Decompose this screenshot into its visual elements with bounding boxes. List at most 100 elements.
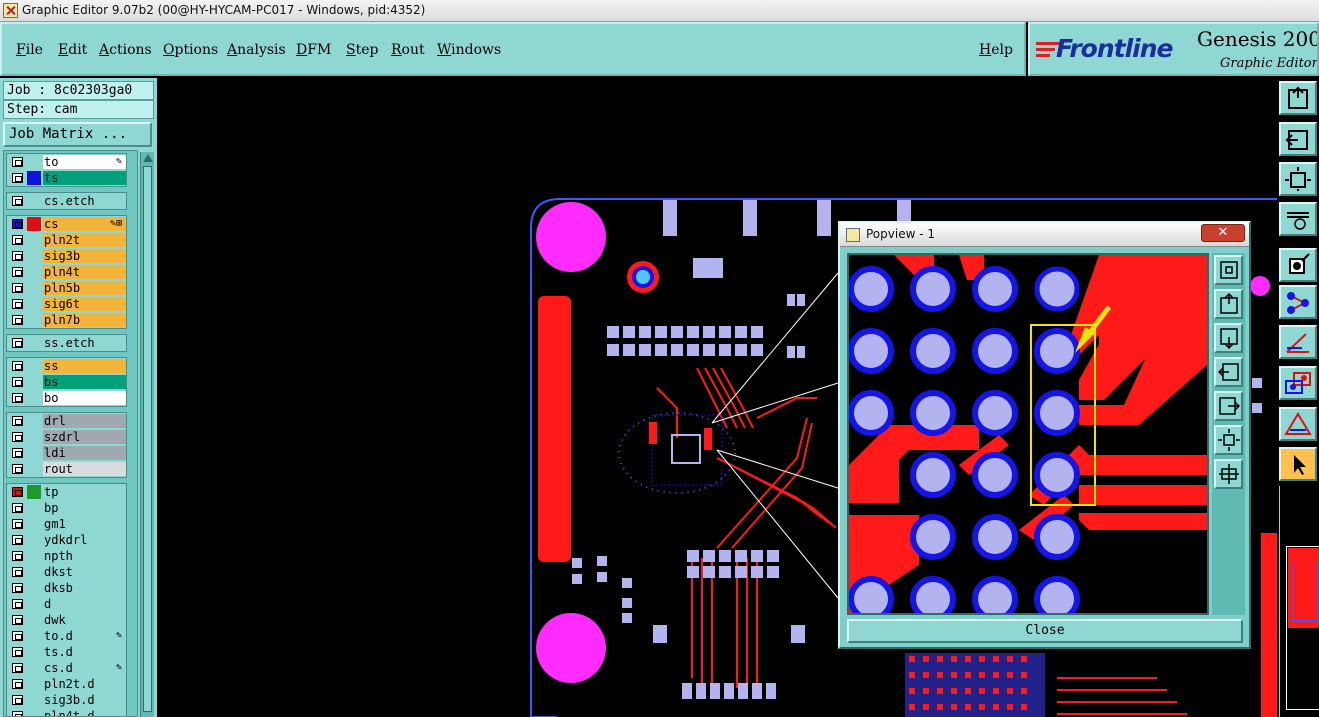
layer-checkbox[interactable] — [12, 448, 23, 458]
layer-row-cs-etch[interactable]: cs.etch — [7, 193, 126, 209]
menu-dfm[interactable]: DFM — [296, 42, 331, 58]
layer-color-swatch[interactable] — [27, 693, 41, 707]
layer-color-swatch[interactable] — [27, 217, 41, 231]
layer-name[interactable]: szdrl — [43, 430, 126, 444]
layer-color-swatch[interactable] — [27, 194, 41, 208]
layer-compare-button[interactable] — [1279, 366, 1317, 400]
layer-name[interactable]: pln4t.d — [43, 709, 126, 716]
layer-name[interactable]: cs ✎⊞ — [43, 217, 126, 231]
layer-color-swatch[interactable] — [27, 155, 41, 169]
net-button[interactable] — [1279, 285, 1317, 319]
layer-checkbox[interactable] — [12, 663, 23, 673]
layer-checkbox[interactable] — [12, 377, 23, 387]
layer-name[interactable]: sig6t — [43, 297, 126, 311]
layer-name[interactable]: d — [43, 597, 126, 611]
layer-checkbox[interactable] — [12, 432, 23, 442]
layer-name[interactable]: bs — [43, 375, 126, 389]
zoom-fit-button[interactable] — [1279, 162, 1317, 196]
layer-checkbox[interactable] — [12, 551, 23, 561]
layer-checkbox[interactable] — [12, 695, 23, 705]
layer-color-swatch[interactable] — [27, 549, 41, 563]
layer-name[interactable]: cs.d ✎ — [43, 661, 126, 675]
layer-color-swatch[interactable] — [27, 171, 41, 185]
popview-close-button[interactable]: Close — [847, 619, 1243, 643]
pv-fit-button[interactable] — [1214, 425, 1243, 455]
layer-row-pln7b[interactable]: pln7b — [7, 312, 126, 328]
layer-row-pln5b[interactable]: pln5b — [7, 280, 126, 296]
layer-color-swatch[interactable] — [27, 645, 41, 659]
pv-home-button[interactable] — [1214, 459, 1243, 489]
layer-checkbox[interactable] — [12, 251, 23, 261]
layer-name[interactable]: to.d ✎ — [43, 629, 126, 643]
layer-row-cs[interactable]: cs ✎⊞ — [7, 216, 126, 232]
layer-name[interactable]: to ✎ — [43, 155, 126, 169]
layer-checkbox[interactable] — [12, 173, 23, 183]
layer-row-sig3b[interactable]: sig3b — [7, 248, 126, 264]
snap-button[interactable] — [1279, 248, 1317, 282]
layer-row-szdrl[interactable]: szdrl — [7, 429, 126, 445]
layer-row-sig3b-d[interactable]: sig3b.d — [7, 692, 126, 708]
layer-color-swatch[interactable] — [27, 297, 41, 311]
layer-name[interactable]: ss.etch — [43, 336, 126, 350]
layer-checkbox[interactable] — [12, 283, 23, 293]
layer-checkbox[interactable] — [12, 615, 23, 625]
menu-options[interactable]: Options — [163, 42, 218, 58]
layer-color-swatch[interactable] — [27, 462, 41, 476]
layer-color-swatch[interactable] — [27, 709, 41, 716]
layer-checkbox[interactable] — [12, 219, 23, 229]
layer-checkbox[interactable] — [12, 157, 23, 167]
layer-row-bs[interactable]: bs — [7, 374, 126, 390]
popview-close-x-button[interactable]: ✕ — [1201, 224, 1245, 242]
layer-checkbox[interactable] — [12, 338, 23, 348]
layer-color-swatch[interactable] — [27, 629, 41, 643]
select-arrow-button[interactable] — [1279, 447, 1317, 481]
layer-color-swatch[interactable] — [27, 501, 41, 515]
layer-row-to[interactable]: to ✎ — [7, 154, 126, 170]
pv-pan-left-button[interactable] — [1214, 357, 1243, 387]
layer-color-swatch[interactable] — [27, 249, 41, 263]
layer-row-pln4t[interactable]: pln4t — [7, 264, 126, 280]
layer-row-pln4t-d[interactable]: pln4t.d — [7, 708, 126, 716]
layer-color-swatch[interactable] — [27, 265, 41, 279]
layer-color-swatch[interactable] — [27, 336, 41, 350]
layer-checkbox[interactable] — [12, 393, 23, 403]
menu-help[interactable]: Help — [979, 42, 1013, 58]
layer-checkbox[interactable] — [12, 464, 23, 474]
layer-color-swatch[interactable] — [27, 281, 41, 295]
layer-row-drl[interactable]: drl — [7, 413, 126, 429]
menu-actions[interactable]: Actions — [99, 42, 152, 58]
layer-color-swatch[interactable] — [27, 565, 41, 579]
zoom-overview[interactable] — [1279, 486, 1319, 717]
layer-name[interactable]: dwk — [43, 613, 126, 627]
layer-checkbox[interactable] — [12, 299, 23, 309]
layer-row-dksb[interactable]: dksb — [7, 580, 126, 596]
layer-row-npth[interactable]: npth — [7, 548, 126, 564]
layer-name[interactable]: ss — [43, 359, 126, 373]
layer-row-ss[interactable]: ss — [7, 358, 126, 374]
pv-pan-up-button[interactable] — [1214, 289, 1243, 319]
layer-row-cs-d[interactable]: cs.d ✎ — [7, 660, 126, 676]
layer-name[interactable]: sig3b — [43, 249, 126, 263]
layer-color-swatch[interactable] — [27, 446, 41, 460]
layer-name[interactable]: cs.etch — [43, 194, 126, 208]
layer-checkbox[interactable] — [12, 599, 23, 609]
layer-color-swatch[interactable] — [27, 661, 41, 675]
layer-name[interactable]: dksb — [43, 581, 126, 595]
layer-name[interactable]: bo — [43, 391, 126, 405]
layer-checkbox[interactable] — [12, 315, 23, 325]
layer-name[interactable]: gm1 — [43, 517, 126, 531]
layer-name[interactable]: pln7b — [43, 313, 126, 327]
layer-checkbox[interactable] — [12, 647, 23, 657]
menu-step[interactable]: Step — [346, 42, 378, 58]
layer-row-d[interactable]: d — [7, 596, 126, 612]
layer-checkbox[interactable] — [12, 711, 23, 716]
layer-checkbox[interactable] — [12, 535, 23, 545]
layer-color-swatch[interactable] — [27, 581, 41, 595]
scroll-up-icon[interactable] — [143, 154, 153, 162]
layer-name[interactable]: pln2t.d — [43, 677, 126, 691]
layer-name[interactable]: rout — [43, 462, 126, 476]
layer-name[interactable]: pln5b — [43, 281, 126, 295]
layer-row-ydkdrl[interactable]: ydkdrl — [7, 532, 126, 548]
layer-row-bo[interactable]: bo — [7, 390, 126, 406]
layer-color-swatch[interactable] — [27, 533, 41, 547]
